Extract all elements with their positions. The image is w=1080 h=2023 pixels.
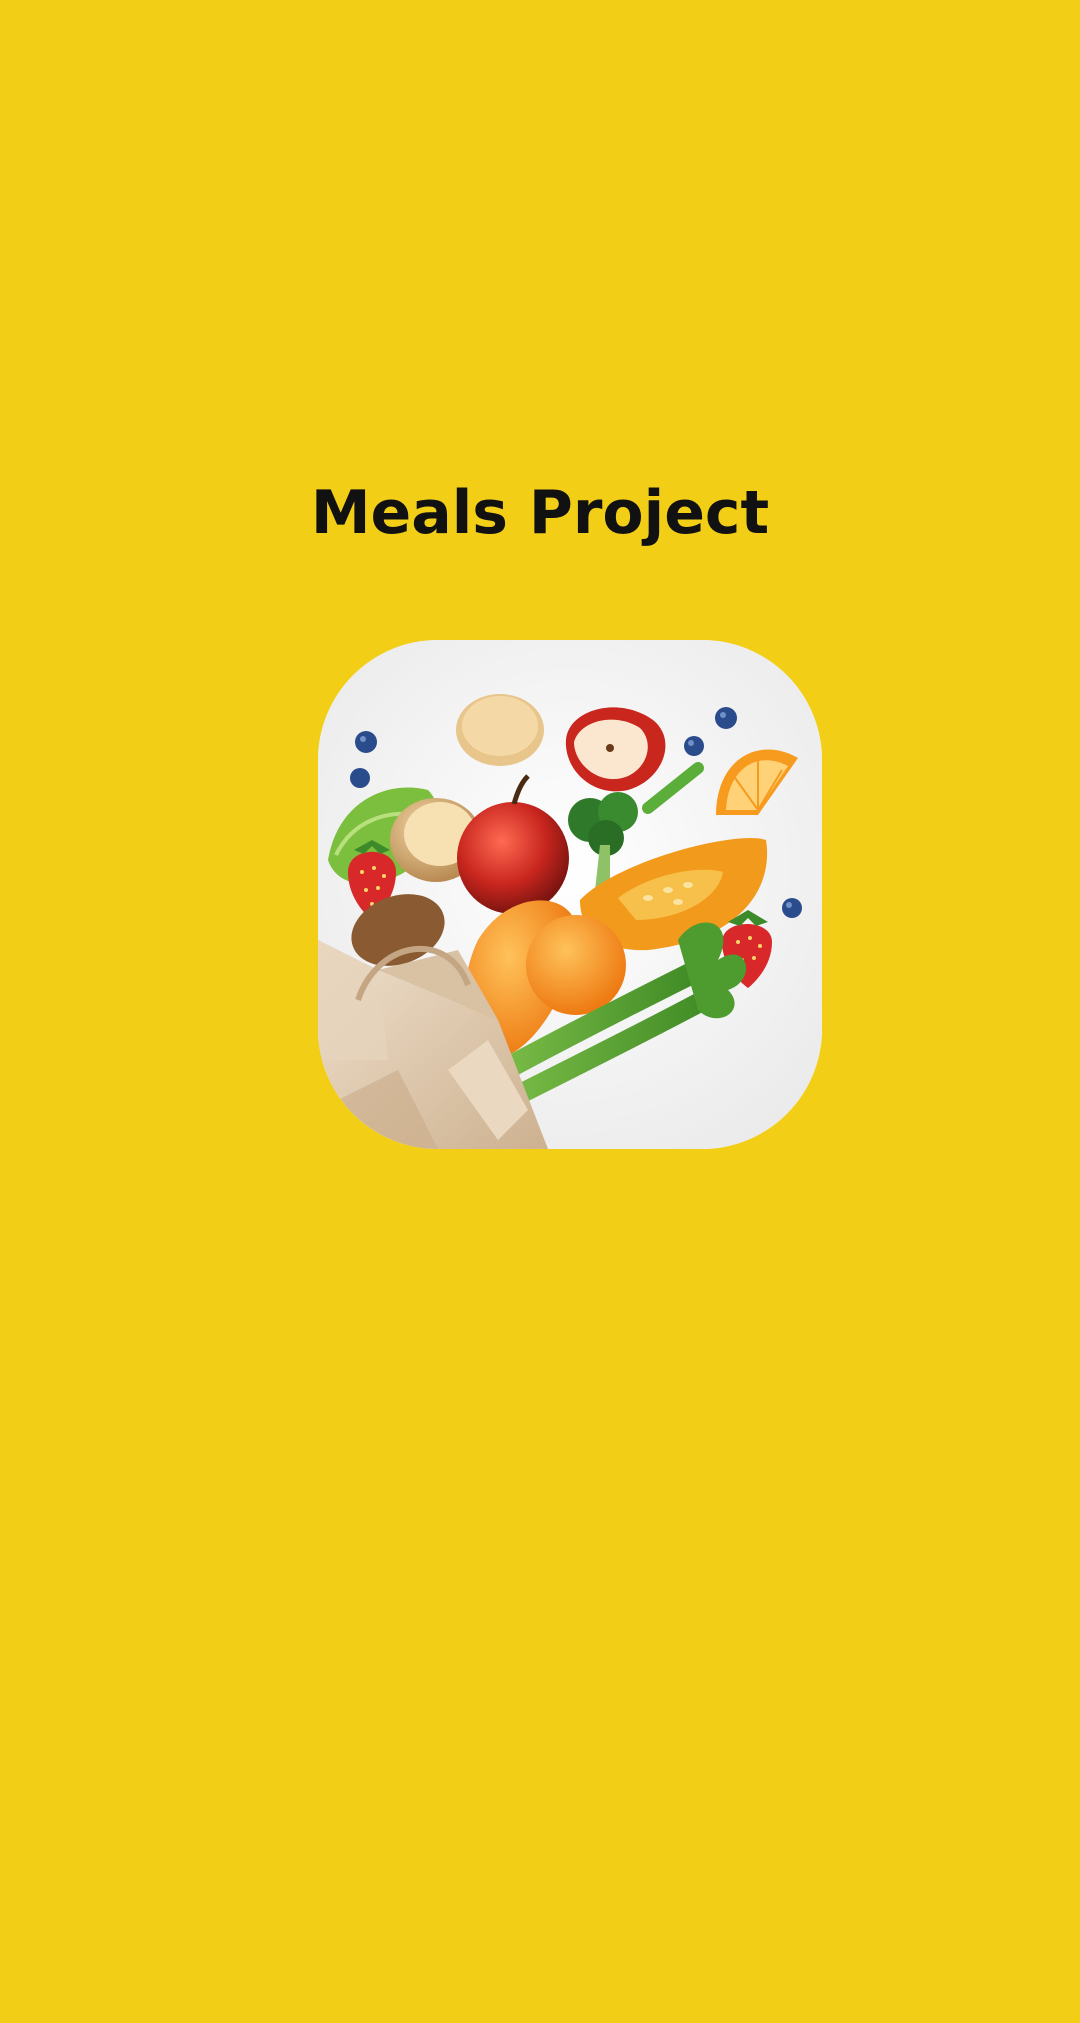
app-title: Meals Project — [310, 478, 770, 548]
splash-screen: Meals Project — [0, 0, 1080, 2023]
app-logo — [318, 640, 822, 1149]
groceries-bag-icon — [318, 640, 822, 1149]
